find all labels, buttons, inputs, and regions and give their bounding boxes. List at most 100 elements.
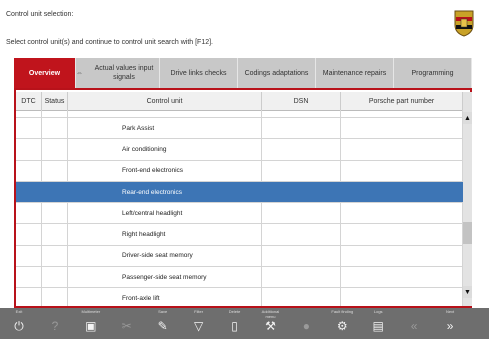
record-button[interactable]: ● [293, 308, 319, 339]
back-button[interactable]: « [401, 308, 427, 339]
dtc-cell [16, 288, 42, 306]
part-number-cell [341, 139, 463, 160]
table-row[interactable]: Front-axle lift [16, 288, 463, 306]
part-number-cell [341, 224, 463, 245]
wrench-icon: ⚒ [265, 319, 276, 333]
status-cell [42, 160, 68, 181]
toolbar-label: Save [158, 309, 168, 314]
bottom-toolbar: Exit ⏻? Multimeter ▣ ✂ Save ✎ Filter ▽ Delete ▯ Add… [0, 308, 489, 339]
status-cell [42, 267, 68, 288]
tools-button[interactable]: ✂ [114, 308, 140, 339]
part-number-cell [341, 245, 463, 267]
porsche-crest-icon [454, 10, 474, 37]
table-row[interactable]: Front-end electronics [16, 160, 463, 182]
help-icon: ? [51, 319, 59, 333]
next-button[interactable]: Next » [437, 308, 463, 339]
tab-maintenance[interactable]: Maintenance repairs [316, 58, 394, 88]
toolbar-label: Exit [15, 309, 23, 314]
col-control-unit[interactable]: Control unit [68, 92, 262, 110]
next-icon: » [446, 319, 454, 333]
toolbar-label: Logs [373, 309, 383, 314]
status-cell [42, 203, 68, 224]
dtc-cell [16, 224, 42, 245]
power-icon: ⏻ [14, 318, 24, 333]
status-cell [42, 224, 68, 245]
control-unit-cell: Passenger-side seat memory [68, 267, 262, 288]
toolbar-label: Next [445, 309, 455, 314]
part-number-cell [341, 160, 463, 181]
dtc-cell [16, 267, 42, 288]
control-unit-list: Park Assist Air conditioning Front-end ele… [16, 110, 463, 306]
dtc-cell [16, 245, 42, 267]
page-title: Control unit selection: [6, 11, 74, 18]
dsn-cell [262, 139, 341, 160]
header: Control unit selection: Select control u… [0, 0, 489, 60]
back-icon: « [410, 319, 418, 333]
col-dtc[interactable]: DTC [16, 92, 42, 110]
table-header: DTC Status Control unit DSN Porsche part… [16, 92, 463, 111]
tab-bar: Overview ⇔ Actual values input signals Dr… [14, 58, 472, 88]
table-row[interactable]: Right headlight [16, 224, 463, 246]
save-icon: ✎ [157, 319, 168, 333]
part-number-cell [341, 118, 463, 139]
status-cell [42, 139, 68, 160]
tab-overview[interactable]: Overview [14, 58, 76, 88]
fault-finding-button[interactable]: Fault finding ⚙ [329, 308, 355, 339]
wrench-button[interactable]: Additional menu ⚒ [257, 308, 283, 339]
multimeter-button[interactable]: Multimeter ▣ [78, 308, 104, 339]
table-row[interactable]: Park Assist [16, 118, 463, 140]
help-button[interactable]: ? [42, 308, 68, 339]
toolbar-label: Delete [228, 309, 241, 314]
save-button[interactable]: Save ✎ [150, 308, 176, 339]
tab-actual-values[interactable]: ⇔ Actual values input signals [76, 58, 160, 88]
dtc-cell [16, 160, 42, 181]
delete-icon: ▯ [231, 319, 238, 333]
control-unit-cell: Air conditioning [68, 139, 262, 160]
record-icon: ● [302, 319, 310, 333]
logs-icon: ▤ [372, 319, 384, 333]
dsn-cell [262, 160, 341, 181]
part-number-cell [341, 288, 463, 306]
control-unit-cell: Park Assist [68, 118, 262, 139]
dsn-cell [262, 267, 341, 288]
tab-codings[interactable]: Codings adaptations [238, 58, 316, 88]
multimeter-icon: ▣ [85, 319, 97, 333]
filter-button[interactable]: Filter ▽ [186, 308, 212, 339]
col-part-number[interactable]: Porsche part number [341, 92, 463, 110]
scroll-down-icon[interactable]: ▼ [463, 286, 472, 298]
part-number-cell [341, 203, 463, 224]
table-row-partial[interactable] [16, 110, 463, 118]
dsn-cell [262, 288, 341, 306]
table-row[interactable]: Passenger-side seat memory [16, 267, 463, 289]
power-button[interactable]: Exit ⏻ [6, 308, 32, 339]
dtc-cell [16, 118, 42, 139]
delete-button[interactable]: Delete ▯ [222, 308, 248, 339]
scrollbar[interactable]: ▲ ▼ [463, 92, 472, 306]
tools-icon: ✂ [121, 319, 132, 333]
control-unit-cell: Left/central headlight [68, 203, 262, 224]
dtc-cell [16, 139, 42, 160]
table-row[interactable]: Air conditioning [16, 139, 463, 161]
dsn-cell [262, 245, 341, 267]
toolbar-label: Filter [194, 309, 204, 314]
scroll-up-icon[interactable]: ▲ [463, 112, 472, 124]
fault-finding-icon: ⚙ [336, 319, 348, 333]
control-unit-cell: Right headlight [68, 224, 262, 245]
status-cell [42, 288, 68, 306]
control-unit-cell: Front-end electronics [68, 160, 262, 181]
tab-drive-links[interactable]: Drive links checks [160, 58, 238, 88]
dsn-cell [262, 224, 341, 245]
control-unit-cell: Driver-side seat memory [68, 245, 262, 267]
logs-button[interactable]: Logs ▤ [365, 308, 391, 339]
scroll-thumb[interactable] [463, 222, 472, 244]
col-dsn[interactable]: DSN [262, 92, 341, 110]
instruction-text: Select control unit(s) and continue to c… [6, 39, 213, 46]
table-row[interactable]: Rear-end electronics [16, 181, 463, 204]
col-status[interactable]: Status [42, 92, 68, 110]
dtc-cell [16, 203, 42, 224]
status-cell [42, 181, 68, 203]
table-row[interactable]: Driver-side seat memory [16, 245, 463, 268]
table-row[interactable]: Left/central headlight [16, 203, 463, 225]
tab-programming[interactable]: Programming [394, 58, 472, 88]
dsn-cell [262, 181, 341, 203]
